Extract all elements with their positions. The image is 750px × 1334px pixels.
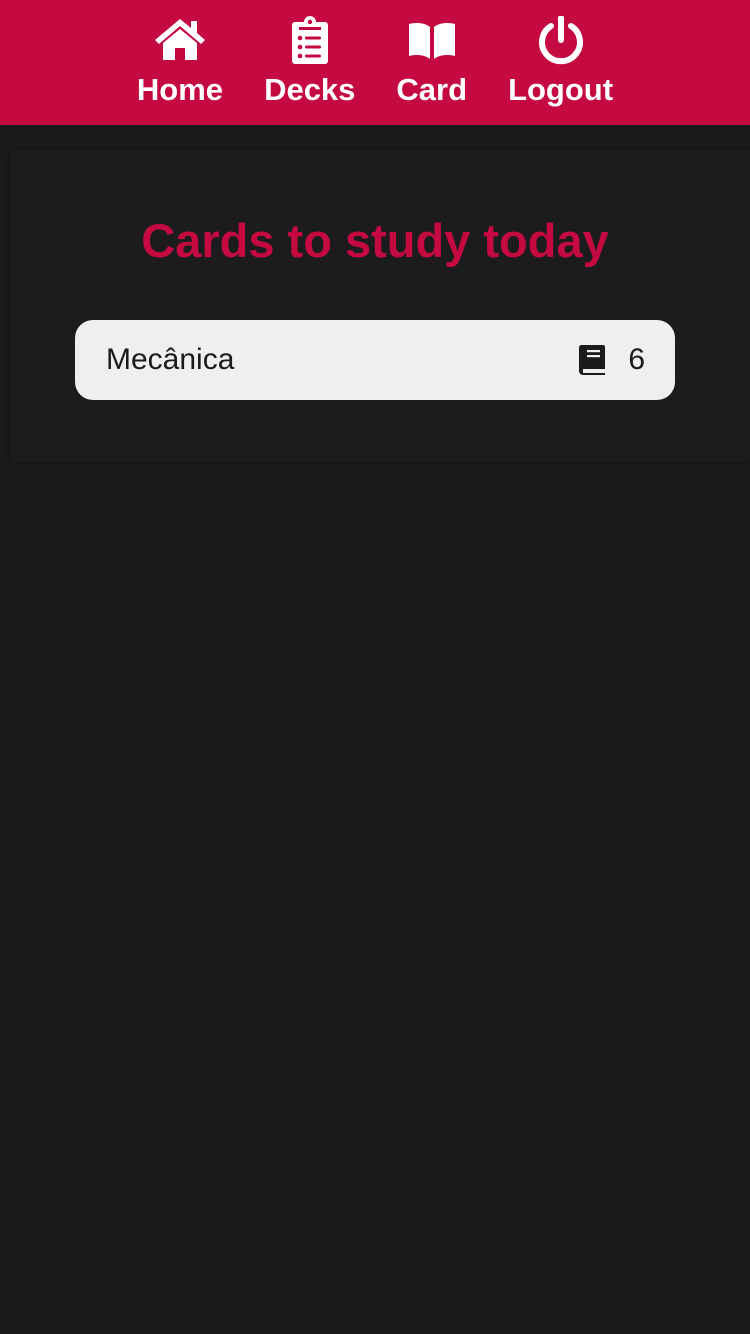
- nav-home-label: Home: [136, 72, 224, 107]
- deck-card-count: 6: [628, 343, 645, 376]
- book-icon: [577, 343, 607, 377]
- nav-logout[interactable]: Logout: [508, 0, 613, 105]
- deck-item[interactable]: Mecânica 6: [75, 320, 675, 400]
- power-icon: [534, 16, 588, 66]
- nav-card[interactable]: Card: [396, 0, 467, 105]
- page-title: Cards to study today: [141, 214, 609, 267]
- study-panel: [10, 150, 750, 462]
- nav-card-label: Card: [396, 72, 468, 107]
- nav-decks-label: Decks: [264, 72, 356, 107]
- clipboard-list-icon: [283, 16, 337, 66]
- nav-home[interactable]: Home: [137, 0, 223, 105]
- top-navigation: Home Decks Card Logout: [0, 0, 750, 125]
- nav-decks[interactable]: Decks: [264, 0, 355, 105]
- nav-logout-label: Logout: [508, 72, 614, 107]
- deck-name: Mecânica: [106, 343, 235, 376]
- home-icon: [153, 16, 207, 66]
- open-book-icon: [405, 16, 459, 66]
